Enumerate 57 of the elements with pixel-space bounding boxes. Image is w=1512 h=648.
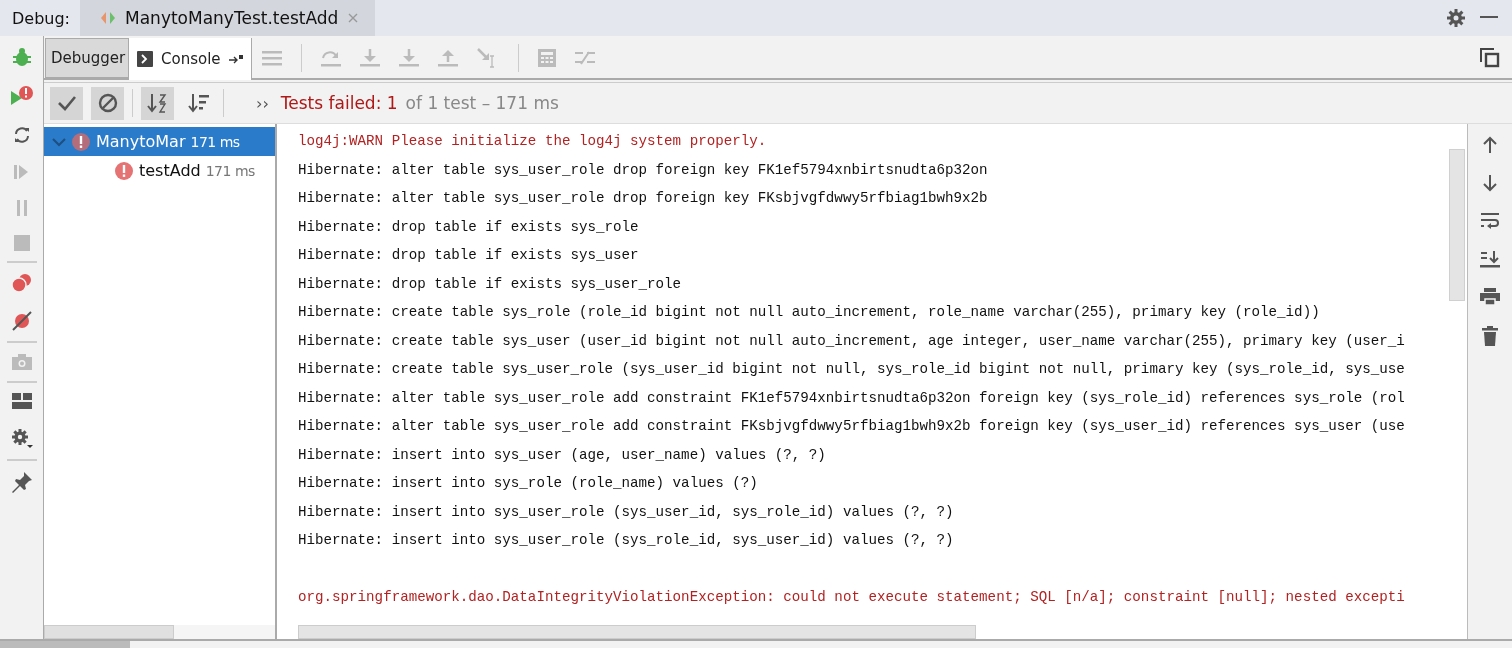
ignored-toggle[interactable] xyxy=(91,86,124,120)
arrow-down-icon[interactable] xyxy=(1482,174,1498,192)
expand-button[interactable]: ›› xyxy=(256,93,269,113)
console-line: org.springframework.dao.DataIntegrityViolationException: could not execute statement; SQL [n/a]; constraint [null]; nested excepti xyxy=(298,588,1406,607)
scrollbar-thumb[interactable] xyxy=(1449,149,1465,301)
console-line: Hibernate: create table sys_user (user_id bigint not null auto_increment, age integer, user_name varchar(255), primary key (user_i xyxy=(298,331,1406,351)
print-icon[interactable] xyxy=(1480,288,1500,306)
bug-icon[interactable] xyxy=(11,47,32,67)
run-config-icon xyxy=(100,11,116,25)
console-line: Hibernate: drop table if exists sys_role xyxy=(298,217,640,237)
restore-layout-icon[interactable] xyxy=(1480,48,1500,68)
minimize-icon[interactable] xyxy=(1480,16,1498,20)
close-icon[interactable] xyxy=(347,12,360,24)
debug-label: Debug: xyxy=(11,8,71,28)
pin-icon[interactable] xyxy=(10,471,33,493)
console-line: log4j:WARN Please initialize the log4j system properly. xyxy=(298,132,768,151)
console-line: Hibernate: insert into sys_user_role (sys_role_id, sys_user_id) values (?, ?) xyxy=(298,531,955,550)
settings-icon[interactable] xyxy=(1446,8,1466,28)
settings-dropdown-icon[interactable] xyxy=(9,427,34,449)
tree-item[interactable]: testAdd 171 ms xyxy=(44,156,275,185)
passed-toggle[interactable] xyxy=(50,86,83,120)
console-line: Hibernate: alter table sys_user_role add constraint FKsbjvgfdwwy5rfbiag1bwh9x2b foreign key (sys_user_id) references sys_user (use xyxy=(298,417,1406,436)
console-line: Hibernate: create table sys_user_role (sys_user_id bigint not null, sys_role_id bigint not null, primary key (sys_role_id, sys_use xyxy=(298,360,1406,379)
rerun-failed-icon[interactable] xyxy=(9,85,34,107)
tests-failed-status: Tests failed: 1 xyxy=(280,93,398,113)
console-line: Hibernate: insert into sys_user (age, user_name) values (?, ?) xyxy=(298,445,827,465)
breakpoints-icon[interactable] xyxy=(10,273,33,293)
checkmark-icon xyxy=(56,95,77,111)
console-line: Hibernate: create table sys_role (role_id bigint not null auto_increment, role_name varchar(255), primary key (role_id)) xyxy=(298,303,1321,322)
console-line: Hibernate: insert into sys_user_role (sys_user_id, sys_role_id) values (?, ?) xyxy=(298,502,955,522)
tab[interactable]: Debugger xyxy=(45,38,129,78)
pin-tab-icon[interactable] xyxy=(228,54,243,64)
trash-icon[interactable] xyxy=(1482,326,1498,346)
mute-breakpoints-icon[interactable] xyxy=(10,311,33,331)
soft-wrap-icon[interactable] xyxy=(1480,212,1500,230)
tree-item[interactable]: ManytoMar 171 ms xyxy=(44,127,275,156)
console-line: Hibernate: drop table if exists sys_user xyxy=(298,246,640,265)
chevron-icon[interactable] xyxy=(52,136,66,147)
console-line: Hibernate: alter table sys_user_role add constraint FK1ef5794xnbirtsnudta6p32on foreign key (sys_role_id) references sys_role (rol xyxy=(298,388,1406,408)
test-summary: of 1 test – 171 ms xyxy=(405,93,559,113)
console-line: Hibernate: alter table sys_user_role drop foreign key FKsbjvgfdwwy5rfbiag1bwh9x2b xyxy=(298,189,989,208)
scrollbar-thumb[interactable] xyxy=(298,625,976,639)
ban-icon xyxy=(97,93,118,113)
scroll-to-end-icon[interactable] xyxy=(1480,250,1500,268)
console-line: Hibernate: alter table sys_user_role drop foreign key FK1ef5794xnbirtsnudta6p32on xyxy=(298,160,989,180)
arrow-up-icon[interactable] xyxy=(1482,136,1498,154)
sort-alpha-toggle[interactable] xyxy=(141,86,174,120)
scrollbar-thumb[interactable] xyxy=(44,625,174,639)
sort-alpha-icon xyxy=(146,92,169,114)
scrollbar-thumb[interactable] xyxy=(0,641,130,648)
console-line: Hibernate: drop table if exists sys_user_role xyxy=(298,274,683,294)
console-line: Hibernate: insert into sys_role (role_name) values (?) xyxy=(298,474,759,493)
sort-duration-icon xyxy=(187,92,210,114)
console-icon xyxy=(137,51,153,67)
session-tab[interactable]: ManytoManyTest.testAdd xyxy=(80,0,376,36)
layout-icon[interactable] xyxy=(11,393,32,409)
tab[interactable]: Console xyxy=(129,38,252,80)
